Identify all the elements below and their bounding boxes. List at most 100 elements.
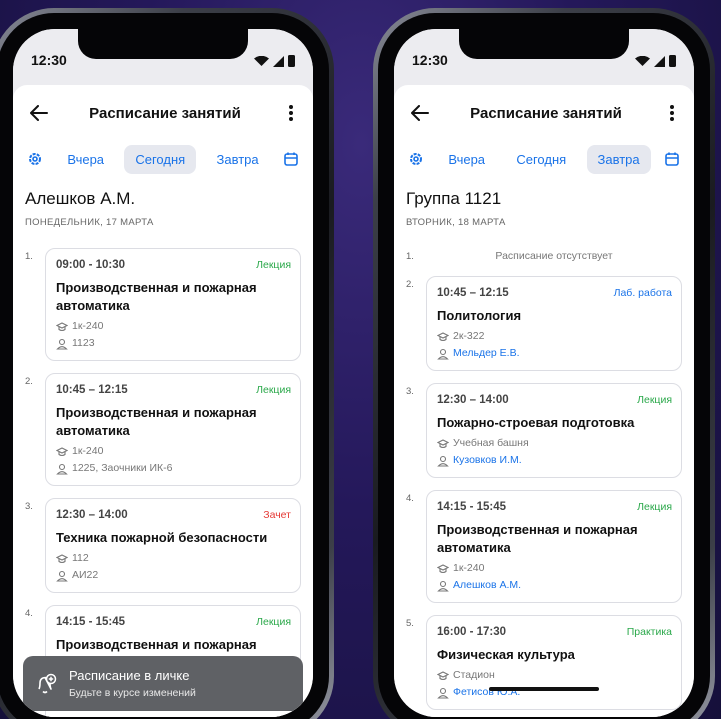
graduation-cap-icon (437, 331, 449, 341)
settings-gear-icon[interactable] (404, 147, 428, 171)
settings-gear-icon[interactable] (23, 147, 47, 171)
lesson-time: 10:45 – 12:15 (56, 384, 128, 396)
lesson-card[interactable]: 12:30 – 14:00 Зачет Техника пожарной без… (45, 498, 301, 593)
lesson-card[interactable]: 12:30 – 14:00 Лекция Пожарно-строевая по… (426, 383, 682, 478)
tab-yesterday[interactable]: Вчера (437, 145, 496, 174)
lesson-teacher[interactable]: Алешков А.М. (437, 577, 672, 594)
page-title: Расписание занятий (470, 104, 622, 122)
person-icon (437, 455, 449, 467)
person-icon (437, 580, 449, 592)
list-item: 2. 10:45 – 12:15 Лаб. работа Политология… (406, 276, 682, 371)
lesson-teacher[interactable]: Мельдер Е.В. (437, 345, 672, 362)
lesson-type: Лаб. работа (613, 287, 672, 299)
lesson-time: 10:45 – 12:15 (437, 287, 509, 299)
room-label: Учебная башня (453, 437, 529, 449)
list-item: 1. Расписание отсутствует (406, 248, 682, 262)
lesson-teacher[interactable]: Кузовков И.М. (437, 452, 672, 469)
teacher-link[interactable]: Кузовков И.М. (453, 452, 522, 469)
list-item: 3. 12:30 – 14:00 Лекция Пожарно-строевая… (406, 383, 682, 478)
lesson-room: 1к-240 (437, 560, 672, 577)
lesson-number: 2. (406, 279, 414, 290)
person-icon (437, 348, 449, 360)
teacher-link[interactable]: Мельдер Е.В. (453, 345, 520, 362)
tab-tomorrow[interactable]: Завтра (206, 145, 270, 174)
person-icon (56, 570, 68, 582)
lesson-title: Производственная и пожарная автоматика (56, 280, 257, 313)
lesson-card[interactable]: 09:00 - 10:30 Лекция Производственная и … (45, 248, 301, 361)
person-icon (56, 338, 68, 350)
graduation-cap-icon (437, 670, 449, 680)
calendar-icon[interactable] (660, 147, 684, 171)
battery-icon (669, 55, 676, 67)
lesson-title: Политология (437, 308, 522, 323)
tab-today[interactable]: Сегодня (505, 145, 577, 174)
lesson-card[interactable]: 10:45 – 12:15 Лаб. работа Политология 2к… (426, 276, 682, 371)
phone-bezel: 12:30 Расписание занятий Вчера Сегодня З… (378, 13, 710, 719)
lesson-title: Физическая культура (437, 647, 575, 662)
day-tabs: Вчера Сегодня Завтра (394, 141, 694, 177)
home-indicator[interactable] (489, 687, 599, 691)
status-time: 12:30 (31, 52, 67, 68)
wifi-icon (635, 56, 650, 66)
graduation-cap-icon (437, 438, 449, 448)
phone-left: 12:30 Расписание занятий Вчера Сегодня З… (0, 8, 334, 719)
signal-icon (654, 55, 665, 67)
tab-tomorrow[interactable]: Завтра (586, 144, 651, 174)
bell-plus-icon (38, 673, 57, 693)
status-icons (254, 55, 295, 67)
tab-yesterday[interactable]: Вчера (56, 145, 115, 174)
lesson-list: 1. 09:00 - 10:30 Лекция Производственная… (13, 228, 313, 717)
room-label: 1к-240 (72, 320, 104, 332)
day-tabs: Вчера Сегодня Завтра (13, 141, 313, 177)
lesson-card[interactable]: 14:15 - 15:45 Лекция Производственная и … (426, 490, 682, 603)
toast-title: Расписание в личке (69, 668, 190, 683)
graduation-cap-icon (56, 446, 68, 456)
lesson-number: 3. (406, 386, 414, 397)
schedule-date: ВТОРНИК, 18 МАРТА (406, 217, 506, 228)
schedule-heading: Группа 1121 ВТОРНИК, 18 МАРТА (394, 177, 694, 228)
top-app-bar: Расписание занятий (13, 85, 313, 141)
lesson-room: 112 (56, 550, 291, 567)
room-label: 1к-240 (72, 445, 104, 457)
schedule-date: ПОНЕДЕЛЬНИК, 17 МАРТА (25, 217, 154, 228)
calendar-icon[interactable] (279, 147, 303, 171)
list-item: 1. 09:00 - 10:30 Лекция Производственная… (25, 248, 301, 361)
room-label: 112 (72, 552, 89, 564)
top-app-bar: Расписание занятий (394, 85, 694, 141)
status-bar: 12:30 (394, 29, 694, 85)
lesson-type: Практика (626, 626, 672, 638)
phone-right: 12:30 Расписание занятий Вчера Сегодня З… (373, 8, 715, 719)
list-item: 3. 12:30 – 14:00 Зачет Техника пожарной … (25, 498, 301, 593)
more-vert-icon[interactable] (279, 101, 303, 125)
app-content: Расписание занятий Вчера Сегодня Завтра (394, 85, 694, 717)
app-content: Расписание занятий Вчера Сегодня Завтра (13, 85, 313, 717)
person-icon (437, 687, 449, 699)
lesson-type: Лекция (256, 259, 291, 271)
teacher-link[interactable]: Алешков А.М. (453, 577, 521, 594)
teacher-name: Алешков А.М. (25, 189, 136, 208)
schedule-heading: Алешков А.М. ПОНЕДЕЛЬНИК, 17 МАРТА (13, 177, 313, 228)
tab-today[interactable]: Сегодня (124, 144, 197, 174)
lesson-number: 1. (25, 251, 33, 262)
battery-icon (288, 55, 295, 67)
group-label: АИ22 (72, 569, 99, 581)
lesson-group: 1123 (56, 335, 291, 352)
signal-icon (273, 55, 284, 67)
list-item: 4. 14:15 - 15:45 Лекция Производственная… (406, 490, 682, 603)
notch (459, 29, 629, 59)
subscribe-toast[interactable]: Расписание в личке Будьте в курсе измене… (23, 656, 303, 711)
lesson-card[interactable]: 16:00 - 17:30 Практика Физическая культу… (426, 615, 682, 710)
lesson-time: 09:00 - 10:30 (56, 259, 126, 271)
back-arrow-icon[interactable] (408, 101, 432, 125)
lesson-number: 1. (406, 251, 414, 262)
screen: 12:30 Расписание занятий Вчера Сегодня З… (13, 29, 313, 717)
room-label: Стадион (453, 669, 495, 681)
lesson-type: Лекция (637, 394, 672, 406)
back-arrow-icon[interactable] (27, 101, 51, 125)
no-lesson-text: Расписание отсутствует (495, 250, 613, 262)
lesson-card[interactable]: 10:45 – 12:15 Лекция Производственная и … (45, 373, 301, 486)
more-vert-icon[interactable] (660, 101, 684, 125)
lesson-time: 14:15 - 15:45 (437, 501, 507, 513)
lesson-title: Производственная и пожарная автоматика (437, 522, 638, 555)
room-label: 1к-240 (453, 562, 485, 574)
